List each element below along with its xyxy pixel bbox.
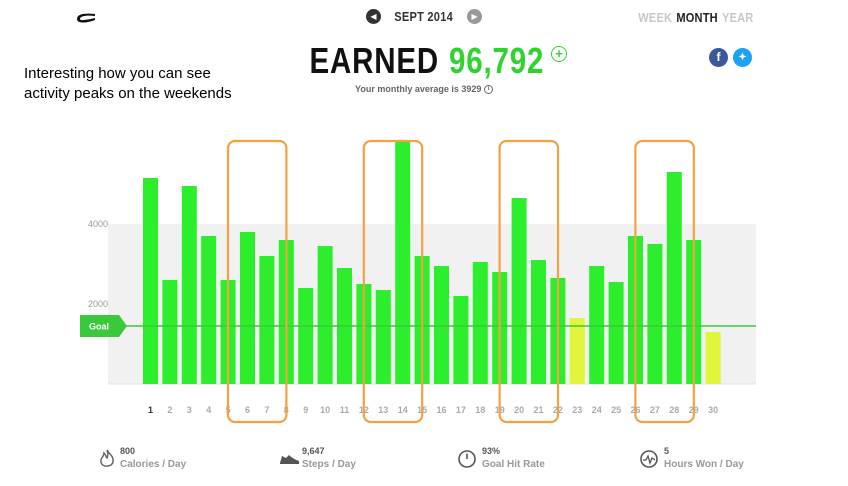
clock-icon <box>458 450 476 468</box>
stat-goal-hit-rate-label: Goal Hit Rate <box>482 459 545 470</box>
bar-day-3 <box>181 186 197 384</box>
x-tick-label: 28 <box>669 405 679 415</box>
bar-day-10 <box>317 246 333 384</box>
bar-day-2 <box>162 280 178 384</box>
stat-hours-won: 5 Hours Won / Day <box>640 446 760 476</box>
x-tick-label: 10 <box>320 405 330 415</box>
x-tick-label: 25 <box>611 405 621 415</box>
bar-day-14 <box>395 142 411 384</box>
bar-day-6 <box>240 232 255 384</box>
x-tick-label: 27 <box>650 405 660 415</box>
bar-day-24 <box>589 266 605 384</box>
x-tick-label: 7 <box>264 405 269 415</box>
pulse-icon <box>640 450 658 468</box>
stat-goal-hit-rate-value: 93% <box>482 446 501 456</box>
bar-day-17 <box>453 296 469 384</box>
bar-day-7 <box>259 256 275 384</box>
flame-icon <box>100 449 114 467</box>
x-tick-label: 9 <box>303 405 308 415</box>
x-tick-label: 1 <box>148 405 153 415</box>
bar-day-20 <box>511 198 527 384</box>
bar-day-25 <box>608 282 624 384</box>
x-tick-label: 13 <box>378 405 388 415</box>
x-tick-label: 16 <box>436 405 446 415</box>
shoe-icon <box>280 455 299 464</box>
bar-day-13 <box>375 290 391 384</box>
bar-day-16 <box>434 266 449 384</box>
y-tick-label: 2000 <box>88 299 108 309</box>
bar-day-9 <box>298 288 314 384</box>
bar-day-4 <box>201 236 217 384</box>
x-tick-label: 14 <box>398 405 408 415</box>
x-tick-label: 11 <box>340 405 350 415</box>
x-tick-label: 24 <box>592 405 602 415</box>
stat-hours-won-label: Hours Won / Day <box>664 459 744 470</box>
stat-calories-value: 800 <box>120 446 136 456</box>
activity-chart: 200040001 2 3 4 5 6 7 8 9 10 11 12 13 14 15 16 17 18 19 20 2… <box>80 139 756 424</box>
x-tick-label: 6 <box>245 405 250 415</box>
stat-calories: 800 Calories / Day <box>96 446 216 476</box>
x-tick-label: 3 <box>187 405 192 415</box>
x-tick-label: 18 <box>475 405 485 415</box>
stat-steps-label: Steps / Day <box>302 459 356 470</box>
stat-hours-won-value: 5 <box>664 446 670 456</box>
y-tick-label: 4000 <box>88 219 108 229</box>
bar-day-1 <box>143 178 158 384</box>
x-tick-label: 30 <box>708 405 718 415</box>
x-tick-label: 21 <box>533 405 543 415</box>
bar-day-18 <box>472 262 488 384</box>
bar-day-23 <box>569 318 585 384</box>
x-tick-label: 20 <box>514 405 524 415</box>
stat-steps: 9,647 Steps / Day <box>278 446 398 476</box>
x-tick-label: 4 <box>206 405 211 415</box>
goal-label: Goal <box>89 322 109 332</box>
bar-day-28 <box>666 172 682 384</box>
stat-steps-value: 9,647 <box>302 446 325 456</box>
bar-day-27 <box>647 244 663 384</box>
x-tick-label: 23 <box>572 405 582 415</box>
x-tick-label: 17 <box>456 405 466 415</box>
x-tick-label: 2 <box>167 405 172 415</box>
stat-goal-hit-rate: 93% Goal Hit Rate <box>458 446 578 476</box>
bar-day-30 <box>705 332 721 384</box>
stat-calories-label: Calories / Day <box>120 459 187 470</box>
bar-day-21 <box>531 260 546 384</box>
